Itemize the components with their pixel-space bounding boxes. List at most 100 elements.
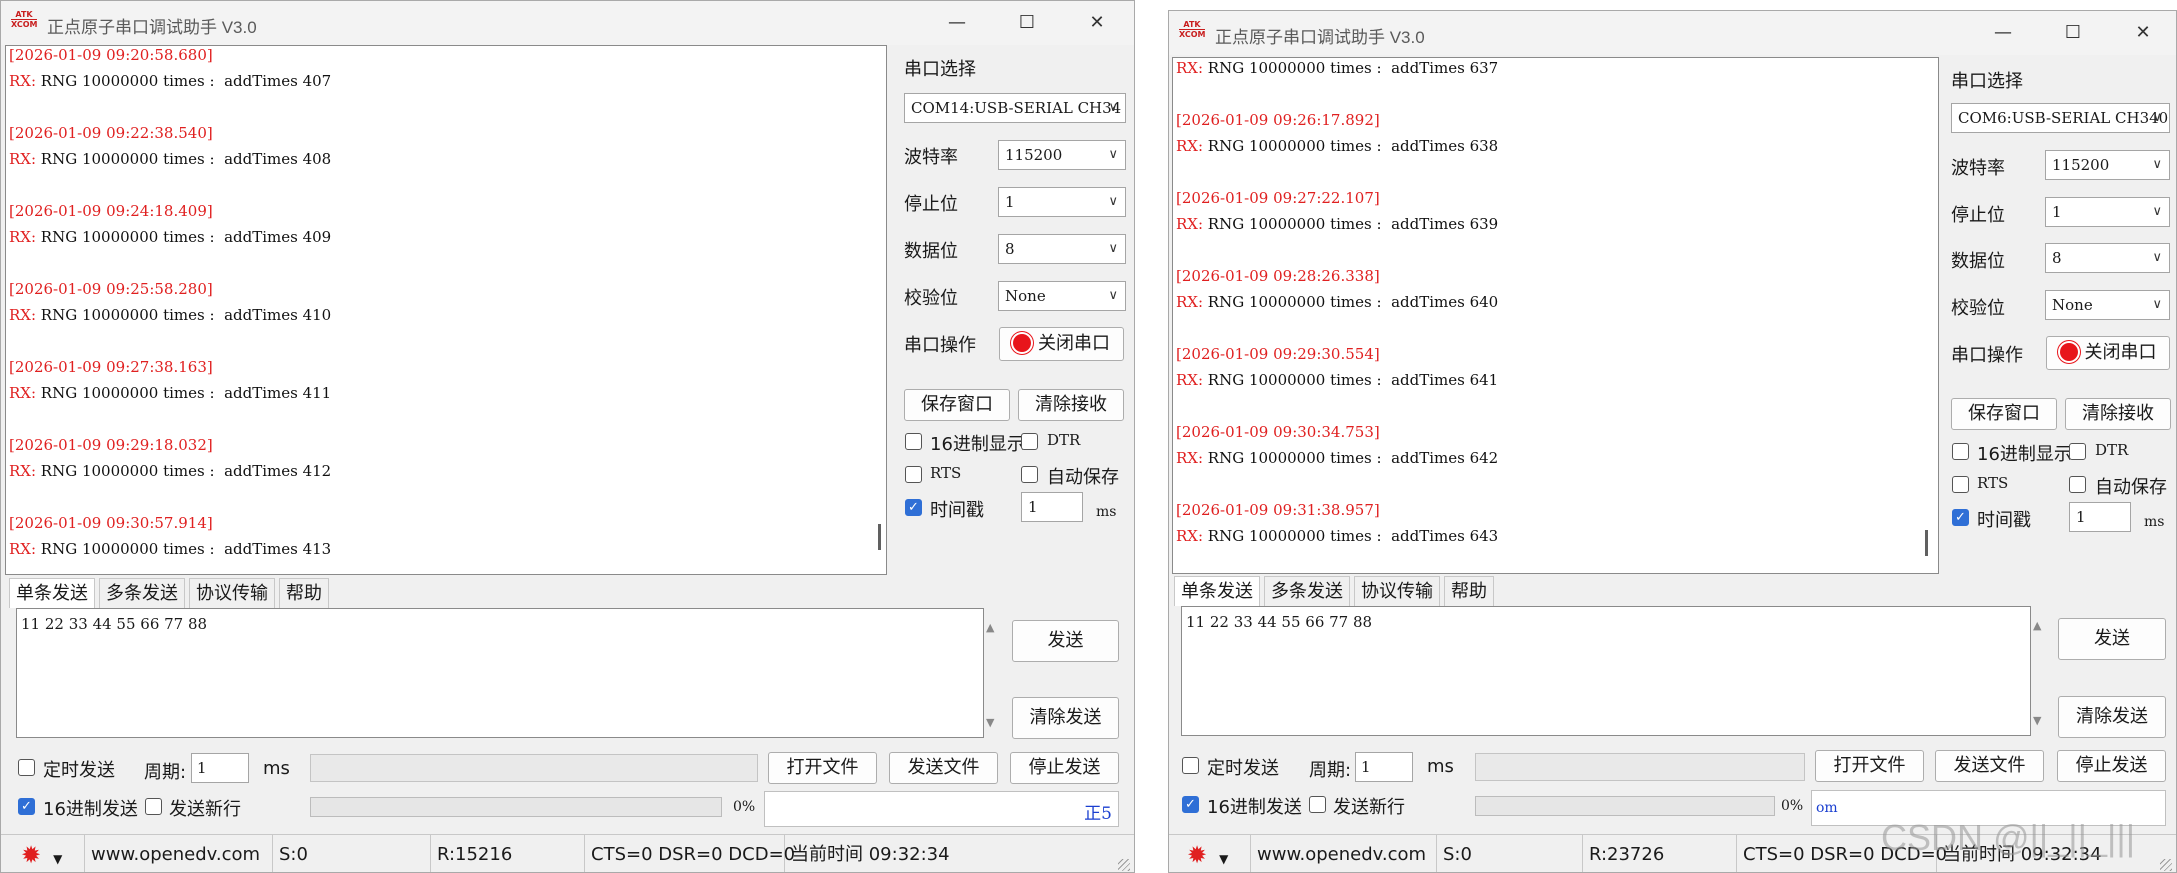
timestamp-checkbox[interactable]: ✓ [905, 499, 922, 516]
period-input[interactable]: 1 [1355, 752, 1413, 782]
file-path-box[interactable] [1475, 753, 1805, 781]
hex-send-label: 16进制发送 [1207, 797, 1302, 818]
receive-area[interactable]: [2026-01-09 09:20:58.680] RX: RNG 1000000… [5, 45, 887, 575]
open-file-button[interactable]: 打开文件 [1815, 750, 1924, 782]
hex-send-checkbox[interactable]: ✓ [18, 798, 35, 815]
send-input[interactable]: 11 22 33 44 55 66 77 88 [16, 608, 984, 738]
data-bits-select[interactable]: 8 ∨ [2045, 243, 2170, 273]
timestamp-checkbox[interactable]: ✓ [1952, 509, 1969, 526]
close-icon[interactable]: ✕ [1075, 7, 1119, 39]
stop-send-button[interactable]: 停止发送 [1010, 752, 1119, 784]
title-bar[interactable]: ATK XCOM 正点原子串口调试助手 V3.0 — ☐ ✕ [1169, 11, 2176, 55]
send-newline-checkbox[interactable] [145, 798, 162, 815]
rx-prefix: RX: [1176, 292, 1204, 311]
parity-select[interactable]: None ∨ [998, 281, 1126, 311]
auto-save-checkbox[interactable] [2069, 476, 2086, 493]
send-button[interactable]: 发送 [1012, 620, 1119, 662]
maximize-icon[interactable]: ☐ [2051, 17, 2095, 49]
dtr-label: DTR [2095, 441, 2129, 459]
scrollbar-thumb[interactable] [878, 524, 881, 550]
stop-bits-select[interactable]: 1 ∨ [2045, 197, 2170, 227]
timestamp-ms-input[interactable]: 1 [2069, 502, 2131, 532]
rx-prefix: RX: [9, 461, 37, 480]
parity-select[interactable]: None ∨ [2045, 290, 2170, 320]
send-file-button[interactable]: 发送文件 [1935, 750, 2044, 782]
port-select[interactable]: COM14:USB-SERIAL CH34 ∨ [904, 93, 1126, 123]
timestamp-ms-unit: ms [2144, 514, 2165, 530]
save-window-button[interactable]: 保存窗口 [1951, 398, 2057, 430]
clear-receive-button[interactable]: 清除接收 [1018, 389, 1124, 421]
data-bits-select[interactable]: 8 ∨ [998, 234, 1126, 264]
dtr-checkbox[interactable] [1021, 433, 1038, 450]
close-icon[interactable]: ✕ [2121, 17, 2165, 49]
scroll-up-icon[interactable]: ▲ [986, 621, 994, 634]
status-bar: ✹ ▼ www.openedv.com S:0 R:15216 CTS=0 DSR… [1, 834, 1134, 872]
website-link[interactable]: www.openedv.com [85, 835, 273, 872]
tab-protocol[interactable]: 协议传输 [189, 578, 275, 608]
rx-line: RX: RNG 10000000 times : addTimes 639 [1176, 215, 1498, 233]
dtr-checkbox[interactable] [2069, 443, 2086, 460]
timestamp-ms-input[interactable]: 1 [1021, 492, 1083, 522]
send-button[interactable]: 发送 [2058, 618, 2166, 660]
status-sent: S:0 [1437, 835, 1583, 872]
scrollbar-thumb[interactable] [1925, 530, 1928, 556]
chevron-down-icon: ∨ [1108, 147, 1118, 162]
timed-send-checkbox[interactable] [18, 759, 35, 776]
minimize-icon[interactable]: — [935, 7, 979, 39]
receive-area[interactable]: RX: RNG 10000000 times : addTimes 637 [20… [1172, 57, 1939, 574]
period-input[interactable]: 1 [191, 753, 249, 783]
info-box: 正5 [764, 791, 1119, 827]
auto-save-checkbox[interactable] [1021, 466, 1038, 483]
hex-send-label: 16进制发送 [43, 799, 138, 820]
clear-receive-button[interactable]: 清除接收 [2065, 398, 2171, 430]
hex-display-checkbox[interactable] [905, 433, 922, 450]
stop-bits-select[interactable]: 1 ∨ [998, 187, 1126, 217]
clear-send-button[interactable]: 清除发送 [1012, 697, 1119, 739]
tab-multi-send[interactable]: 多条发送 [99, 578, 185, 608]
tab-protocol[interactable]: 协议传输 [1354, 576, 1440, 606]
settings-cell[interactable]: ✹ ▼ [1, 835, 85, 872]
scroll-up-icon[interactable]: ▲ [2033, 619, 2041, 632]
send-progress-bar [1475, 796, 1775, 816]
close-port-button[interactable]: 关闭串口 [2046, 336, 2170, 370]
send-newline-checkbox[interactable] [1309, 796, 1326, 813]
scroll-down-icon[interactable]: ▼ [986, 716, 994, 729]
title-bar[interactable]: ATK XCOM 正点原子串口调试助手 V3.0 — ☐ ✕ [1, 1, 1134, 45]
send-file-button[interactable]: 发送文件 [889, 752, 998, 784]
rts-checkbox[interactable] [1952, 476, 1969, 493]
tab-help[interactable]: 帮助 [279, 578, 329, 608]
csdn-watermark: CSDN @||_||_||| [1881, 817, 2136, 858]
file-path-box[interactable] [310, 754, 758, 782]
right-window: ATK XCOM 正点原子串口调试助手 V3.0 — ☐ ✕ RX: RNG 10… [1168, 10, 2177, 873]
close-port-button[interactable]: 关闭串口 [999, 327, 1124, 361]
resize-grip-icon[interactable] [2160, 859, 2172, 871]
tab-multi-send[interactable]: 多条发送 [1264, 576, 1350, 606]
tab-single-send[interactable]: 单条发送 [9, 578, 95, 608]
clear-send-button[interactable]: 清除发送 [2058, 696, 2166, 738]
minimize-icon[interactable]: — [1981, 17, 2025, 49]
send-input[interactable]: 11 22 33 44 55 66 77 88 [1181, 606, 2031, 736]
rts-checkbox[interactable] [905, 466, 922, 483]
hex-display-checkbox[interactable] [1952, 443, 1969, 460]
hex-send-checkbox[interactable]: ✓ [1182, 796, 1199, 813]
rx-payload: RNG 10000000 times : addTimes 408 [36, 149, 332, 168]
website-link[interactable]: www.openedv.com [1251, 835, 1437, 872]
save-window-button[interactable]: 保存窗口 [904, 389, 1010, 421]
progress-percent: 0% [733, 799, 756, 815]
baud-select[interactable]: 115200 ∨ [998, 140, 1126, 170]
maximize-icon[interactable]: ☐ [1005, 7, 1049, 39]
baud-select[interactable]: 115200 ∨ [2045, 150, 2170, 180]
open-file-button[interactable]: 打开文件 [768, 752, 877, 784]
tab-help[interactable]: 帮助 [1444, 576, 1494, 606]
tab-single-send[interactable]: 单条发送 [1174, 576, 1260, 606]
stop-send-button[interactable]: 停止发送 [2057, 750, 2166, 782]
resize-grip-icon[interactable] [1118, 859, 1130, 871]
timed-send-checkbox[interactable] [1182, 757, 1199, 774]
chevron-down-icon: ∨ [1108, 288, 1118, 303]
rx-payload: RNG 10000000 times : addTimes 412 [36, 461, 332, 480]
port-select[interactable]: COM6:USB-SERIAL CH340 ∨ [1951, 103, 2170, 133]
scroll-down-icon[interactable]: ▼ [2033, 714, 2041, 727]
settings-cell[interactable]: ✹ ▼ [1169, 835, 1251, 872]
port-status-led-icon [2059, 343, 2078, 361]
caret-down-icon: ▼ [1219, 852, 1229, 866]
